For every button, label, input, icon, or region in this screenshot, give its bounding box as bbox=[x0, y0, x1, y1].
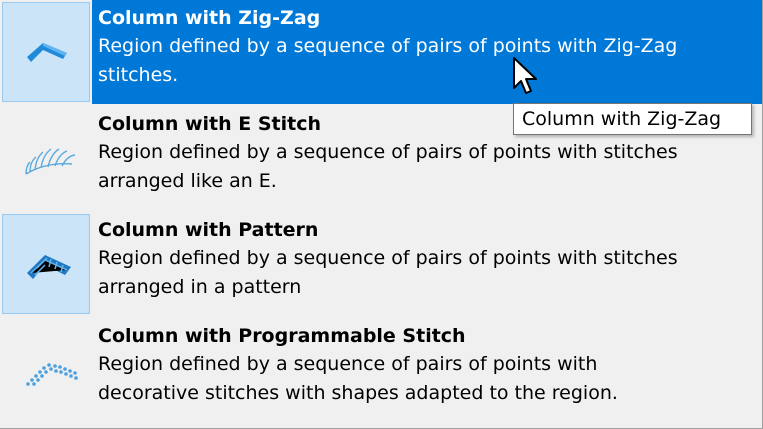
menu-item-description: Region defined by a sequence of pairs of… bbox=[98, 35, 678, 86]
menu-item-title: Column with Programmable Stitch bbox=[98, 325, 466, 347]
column-type-menu: Column with Zig-Zag Region defined by a … bbox=[0, 0, 763, 429]
icon-frame bbox=[2, 108, 90, 208]
menu-item-column-pattern[interactable]: Column with Pattern Region defined by a … bbox=[0, 212, 762, 318]
programmable-stitch-column-icon bbox=[26, 363, 78, 386]
icon-frame bbox=[2, 320, 90, 420]
pattern-column-icon bbox=[27, 255, 71, 279]
menu-item-column-zigzag[interactable]: Column with Zig-Zag Region defined by a … bbox=[0, 0, 762, 106]
icon-checked-frame bbox=[2, 214, 90, 314]
menu-item-title: Column with Zig-Zag bbox=[98, 7, 321, 29]
menu-item-description: Region defined by a sequence of pairs of… bbox=[98, 353, 618, 404]
menu-item-text: Column with Programmable Stitch Region d… bbox=[92, 318, 762, 422]
menu-item-title: Column with Pattern bbox=[98, 219, 319, 241]
mouse-cursor-icon bbox=[513, 57, 537, 94]
menu-item-description: Region defined by a sequence of pairs of… bbox=[98, 141, 678, 192]
icon-checked-frame bbox=[2, 2, 90, 102]
menu-item-text: Column with Zig-Zag Region defined by a … bbox=[92, 0, 762, 104]
tooltip: Column with Zig-Zag bbox=[513, 103, 752, 135]
zigzag-column-icon bbox=[27, 43, 67, 62]
menu-item-column-programmable-stitch[interactable]: Column with Programmable Stitch Region d… bbox=[0, 318, 762, 424]
menu-item-description: Region defined by a sequence of pairs of… bbox=[98, 247, 678, 298]
e-stitch-column-icon bbox=[25, 148, 76, 175]
menu-item-text: Column with Pattern Region defined by a … bbox=[92, 212, 762, 316]
